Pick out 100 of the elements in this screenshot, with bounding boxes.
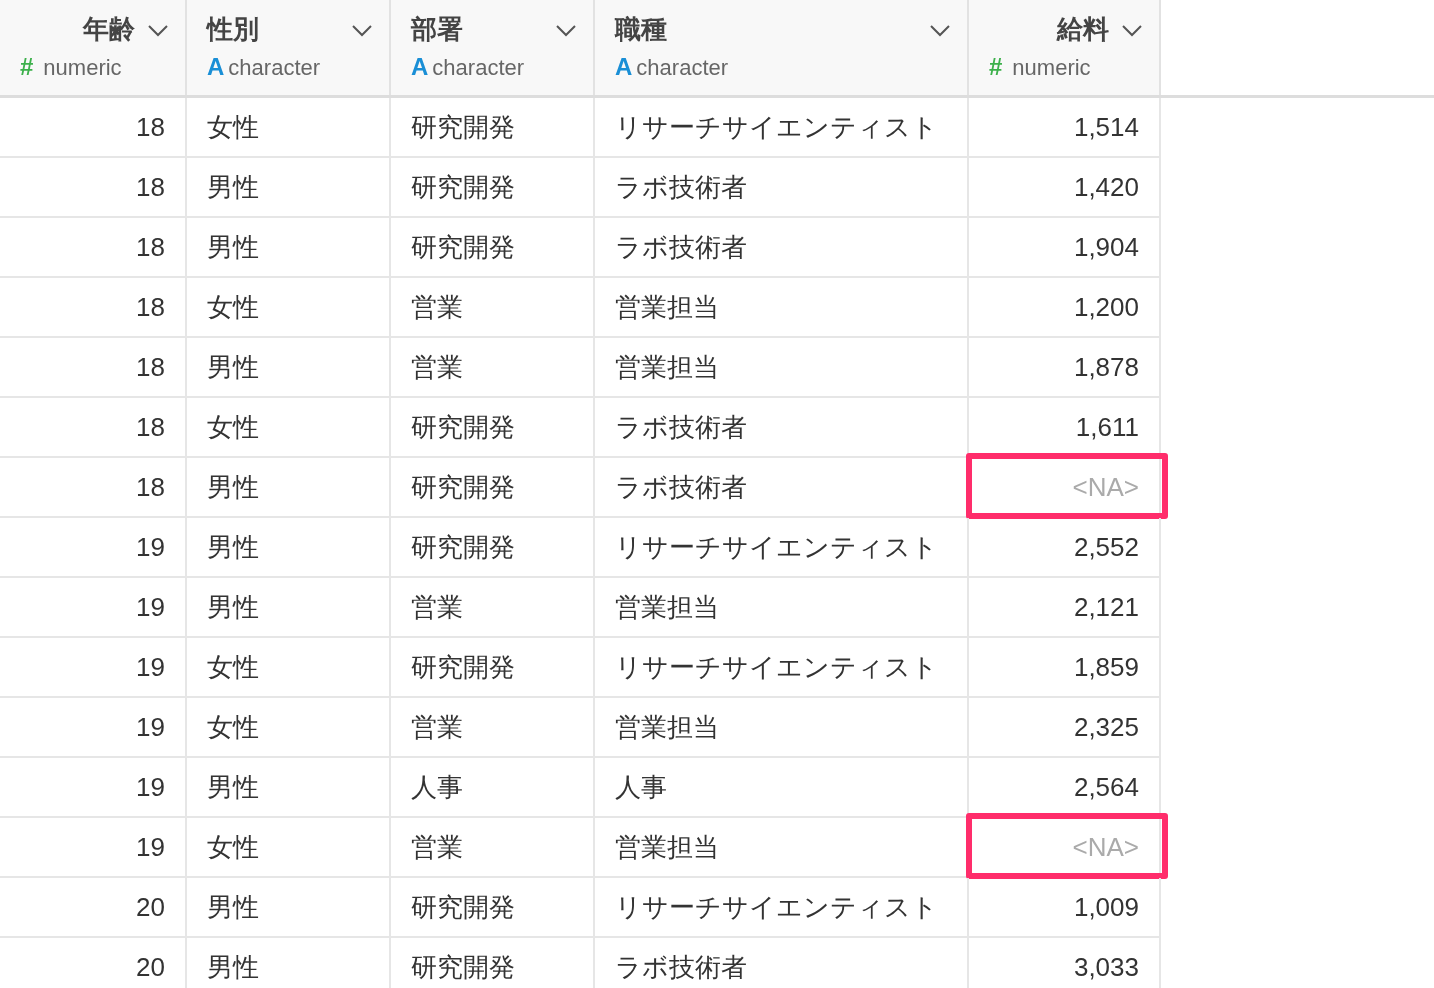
table-cell: ラボ技術者 [595,218,969,278]
table-cell: 男性 [187,518,391,578]
table-cell: 女性 [187,698,391,758]
table-cell: 18 [0,278,187,338]
table-cell: 人事 [391,758,595,818]
table-cell: 営業 [391,818,595,878]
type-icon: # [989,53,1003,81]
table-cell: 男性 [187,338,391,398]
table-cell: 営業 [391,338,595,398]
column-type: numeric [43,55,122,81]
column-type: character [636,55,729,81]
chevron-down-icon[interactable] [351,22,373,37]
column-type: numeric [1012,55,1091,81]
table-cell: 19 [0,578,187,638]
table-cell: 研究開発 [391,158,595,218]
table-cell: 女性 [187,398,391,458]
table-cell: 19 [0,758,187,818]
table-cell: 研究開発 [391,98,595,158]
table-cell: 人事 [595,758,969,818]
column-name: 部署 [411,13,464,46]
table-cell: 女性 [187,638,391,698]
table-cell: リサーチサイエンティスト [595,878,969,938]
table-cell: 19 [0,518,187,578]
table-cell: 研究開発 [391,938,595,988]
table-cell: 1,420 [969,158,1161,218]
table-cell: 1,859 [969,638,1161,698]
table-cell: 18 [0,98,187,158]
missing-value-cell: <NA> [969,818,1161,878]
chevron-down-icon[interactable] [1121,22,1143,37]
table-cell: 研究開発 [391,458,595,518]
table-cell: 2,552 [969,518,1161,578]
table-cell: リサーチサイエンティスト [595,638,969,698]
table-cell: 19 [0,698,187,758]
type-icon: A [411,53,429,81]
table-cell: 3,033 [969,938,1161,988]
table-cell: 研究開発 [391,218,595,278]
table-cell: 1,514 [969,98,1161,158]
table-cell: 研究開発 [391,638,595,698]
type-icon: # [20,53,34,81]
table-cell: 研究開発 [391,518,595,578]
table-cell: 男性 [187,158,391,218]
type-icon: A [615,53,633,81]
table-cell: 男性 [187,878,391,938]
table-cell: 18 [0,338,187,398]
table-cell: 女性 [187,98,391,158]
table-cell: 女性 [187,278,391,338]
table-cell: ラボ技術者 [595,458,969,518]
table-cell: 2,121 [969,578,1161,638]
table-cell: 営業担当 [595,698,969,758]
table-cell: 営業担当 [595,818,969,878]
column-name: 年齢 [83,13,135,46]
column-type: character [432,55,525,81]
table-cell: 研究開発 [391,878,595,938]
table-cell: 2,325 [969,698,1161,758]
table-cell: 19 [0,818,187,878]
table-cell: 1,200 [969,278,1161,338]
type-icon: A [207,53,225,81]
table-cell: 18 [0,458,187,518]
table-cell: リサーチサイエンティスト [595,518,969,578]
table-cell: 男性 [187,938,391,988]
table-cell: 営業 [391,278,595,338]
column-header[interactable]: 年齢 # numeric [0,0,187,95]
chevron-down-icon[interactable] [929,22,951,37]
table-cell: 18 [0,158,187,218]
column-header[interactable]: 部署 A character [391,0,595,95]
column-header[interactable]: 給料 # numeric [969,0,1161,95]
table-cell: 1,611 [969,398,1161,458]
table-cell: 1,009 [969,878,1161,938]
table-cell: 20 [0,938,187,988]
column-name: 職種 [615,13,668,46]
table-cell: 男性 [187,578,391,638]
table-cell: 男性 [187,758,391,818]
table-cell: 営業担当 [595,278,969,338]
chevron-down-icon[interactable] [147,22,169,37]
table-cell: 営業 [391,698,595,758]
table-cell: 1,878 [969,338,1161,398]
missing-value-cell: <NA> [969,458,1161,518]
table-cell: 研究開発 [391,398,595,458]
column-name: 性別 [207,13,260,46]
table-cell: 営業 [391,578,595,638]
column-header[interactable]: 職種 A character [595,0,969,95]
table-cell: ラボ技術者 [595,398,969,458]
table-cell: 営業担当 [595,578,969,638]
table-cell: 19 [0,638,187,698]
table-cell: 20 [0,878,187,938]
table-cell: 男性 [187,218,391,278]
table-cell: リサーチサイエンティスト [595,98,969,158]
table-cell: 女性 [187,818,391,878]
chevron-down-icon[interactable] [555,22,577,37]
column-type: character [228,55,321,81]
table-cell: 男性 [187,458,391,518]
table-cell: 2,564 [969,758,1161,818]
column-name: 給料 [1057,13,1109,46]
table-cell: 18 [0,398,187,458]
table-cell: 営業担当 [595,338,969,398]
column-header[interactable]: 性別 A character [187,0,391,95]
table-cell: 1,904 [969,218,1161,278]
table-cell: ラボ技術者 [595,158,969,218]
table-cell: ラボ技術者 [595,938,969,988]
table-cell: 18 [0,218,187,278]
